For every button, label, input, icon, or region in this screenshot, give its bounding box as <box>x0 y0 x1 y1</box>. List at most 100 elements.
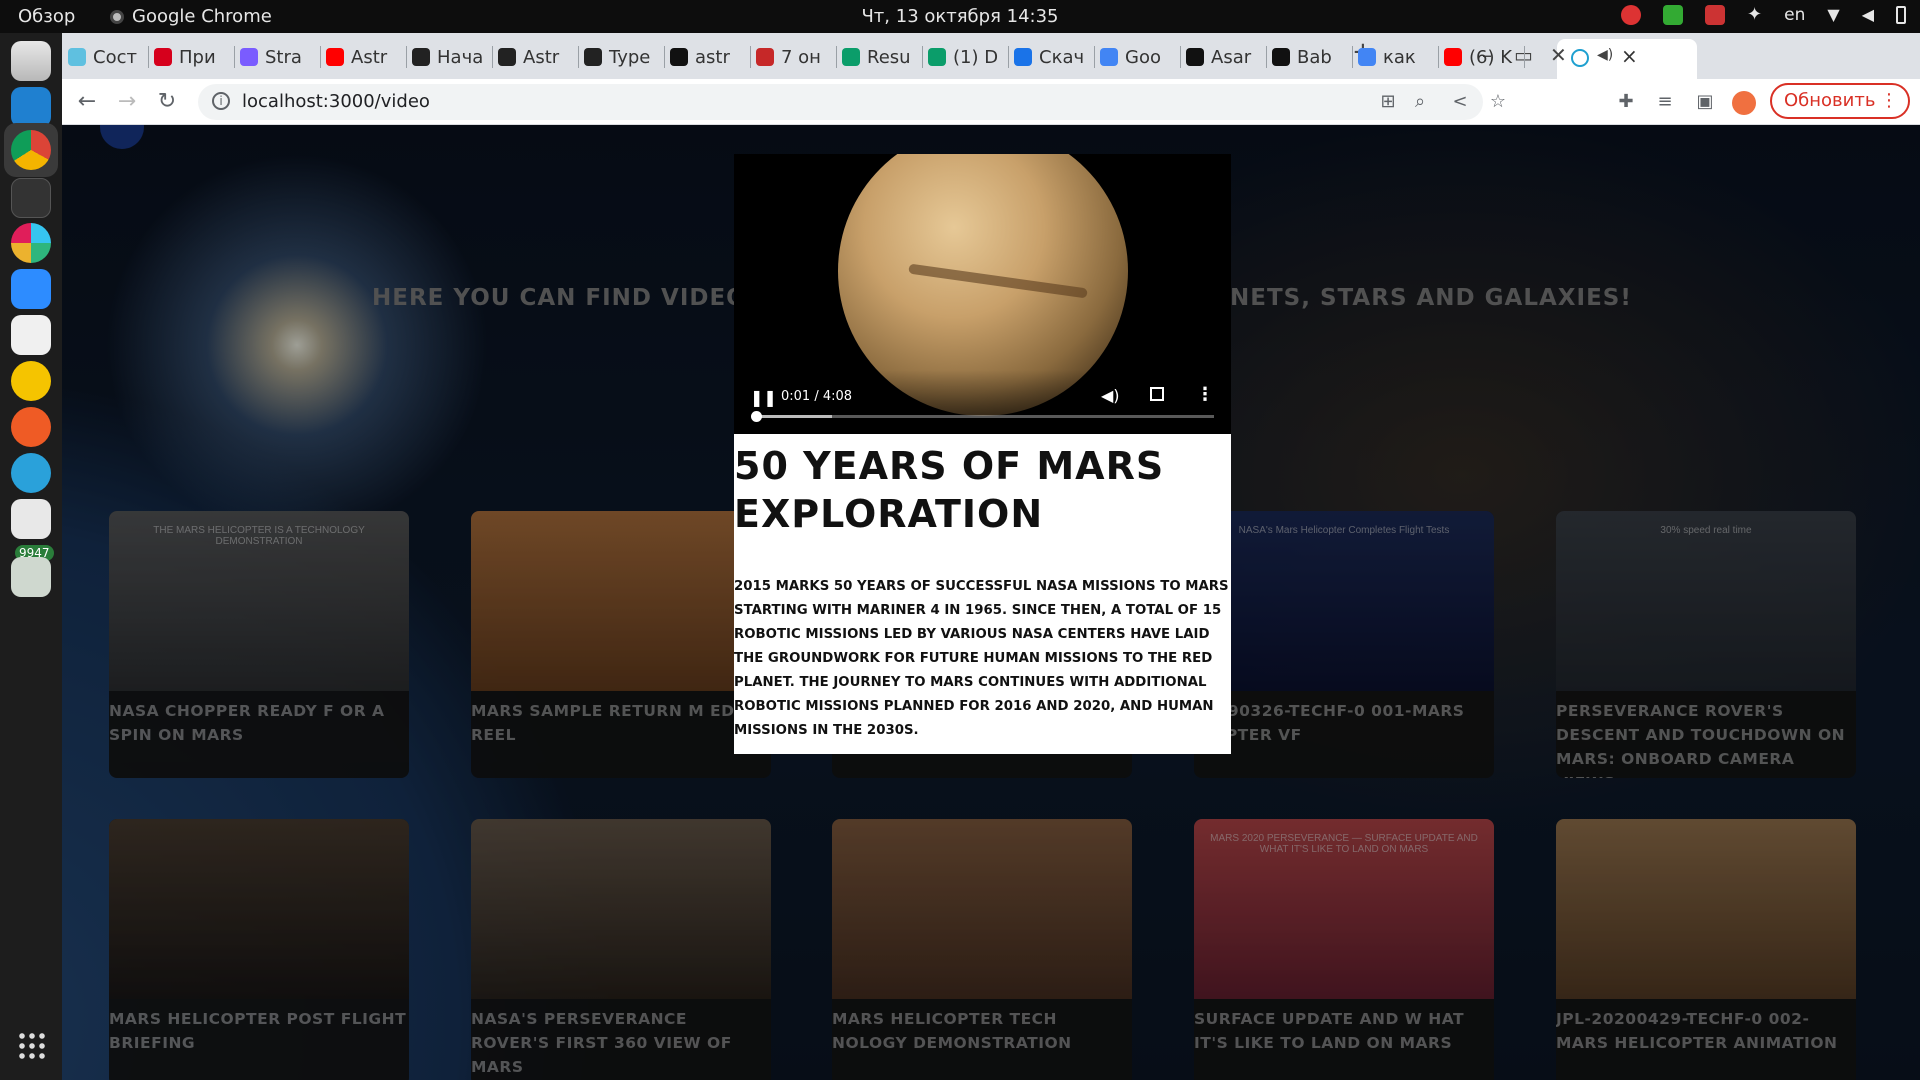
scrubber-handle[interactable] <box>750 411 762 422</box>
tray-app-icon[interactable] <box>1663 4 1684 25</box>
video-card[interactable]: JPL-20200429-TECHF-0 002-MARS HELICOPTER… <box>1556 819 1856 1080</box>
video-thumbnail[interactable]: MARS 2020 PERSEVERANCE — SURFACE UPDATE … <box>1194 819 1494 999</box>
audio-playing-icon[interactable]: ◀) <box>1597 47 1613 63</box>
chrome-icon[interactable] <box>11 130 51 170</box>
tab-separator <box>406 46 407 68</box>
reload-button[interactable]: ↻ <box>152 87 182 117</box>
tab-active[interactable]: ◀) × <box>1557 39 1697 79</box>
video-card-title[interactable]: MARS HELICOPTER POST FLIGHT BRIEFING <box>109 1003 409 1059</box>
site-info-icon[interactable]: i <box>212 92 230 110</box>
browser-tab[interactable]: Asar <box>1186 42 1260 72</box>
tab-label: Astr <box>523 46 560 68</box>
video-card-title[interactable]: PERSEVERANCE ROVER'S DESCENT AND TOUCHDO… <box>1556 695 1856 778</box>
postman-icon[interactable] <box>11 407 51 447</box>
zoom-icon[interactable]: ⌕ <box>1410 92 1430 112</box>
zoom-icon[interactable] <box>11 269 51 309</box>
browser-tab[interactable]: При <box>154 42 228 72</box>
update-button[interactable]: Обновить ⋮ <box>1770 83 1910 119</box>
terminal-icon[interactable] <box>11 178 51 218</box>
tab-favicon-icon <box>240 48 258 66</box>
translate-icon[interactable]: ⊞ <box>1378 92 1398 112</box>
address-bar[interactable]: i localhost:3000/video ⊞ ⌕ < ☆ <box>198 84 1506 120</box>
url-text[interactable]: localhost:3000/video <box>242 91 430 112</box>
video-card-title[interactable]: MARS SAMPLE RETURN M EDIA REEL <box>471 695 771 751</box>
vscode-icon[interactable] <box>11 87 51 127</box>
system-tray[interactable]: ✦ en ▼ ◀ <box>1621 4 1906 25</box>
video-thumbnail[interactable] <box>1556 819 1856 999</box>
telegram-icon[interactable] <box>11 453 51 493</box>
browser-tab[interactable]: Goo <box>1100 42 1174 72</box>
app-icon[interactable] <box>11 499 51 539</box>
browser-tab[interactable]: Нача <box>412 42 486 72</box>
tray-app-icon[interactable] <box>1621 4 1642 25</box>
video-thumbnail[interactable]: THE MARS HELICOPTER IS A TECHNOLOGY DEMO… <box>109 511 409 691</box>
video-card-title[interactable]: JPL-20200429-TECHF-0 002-MARS HELICOPTER… <box>1556 1003 1856 1059</box>
browser-tab[interactable]: Astr <box>326 42 400 72</box>
bookmark-star-icon[interactable]: ☆ <box>1488 92 1508 112</box>
video-player[interactable]: ❚❚ 0:01 / 4:08 ◀) ⋮ <box>734 154 1231 434</box>
text-editor-icon[interactable] <box>11 315 51 355</box>
video-card[interactable]: NASA'S PERSEVERANCE ROVER'S FIRST 360 VI… <box>471 819 771 1080</box>
video-card-title[interactable]: SURFACE UPDATE AND W HAT IT'S LIKE TO LA… <box>1194 1003 1494 1059</box>
show-apps-icon[interactable] <box>17 1031 45 1059</box>
files-icon[interactable] <box>11 41 51 81</box>
profile-avatar[interactable] <box>1732 91 1756 115</box>
browser-tab[interactable]: Сост <box>68 42 142 72</box>
video-card-title[interactable]: NASA'S PERSEVERANCE ROVER'S FIRST 360 VI… <box>471 1003 771 1080</box>
close-tab-icon[interactable]: × <box>1621 44 1638 68</box>
accessibility-icon[interactable]: ✦ <box>1747 4 1762 25</box>
video-card-title[interactable]: MARS HELICOPTER TECH NOLOGY DEMONSTRATIO… <box>832 1003 1132 1059</box>
browser-tab[interactable]: astr <box>670 42 744 72</box>
chrome-menu-icon[interactable]: ⋮ <box>1880 85 1898 117</box>
browser-tab[interactable]: (6) K <box>1444 42 1518 72</box>
video-thumbnail[interactable] <box>471 511 771 691</box>
video-card[interactable]: MARS SAMPLE RETURN M EDIA REEL <box>471 511 771 778</box>
trash-icon[interactable] <box>11 557 51 597</box>
browser-tab[interactable]: Type <box>584 42 658 72</box>
video-card[interactable]: 30% speed real time PERSEVERANCE ROVER'S … <box>1556 511 1856 778</box>
browser-tab[interactable]: Bab <box>1272 42 1346 72</box>
browser-tab[interactable]: Astr <box>498 42 572 72</box>
battery-icon[interactable] <box>1896 5 1906 24</box>
more-options-icon[interactable]: ⋮ <box>1196 384 1214 405</box>
browser-tab[interactable]: Скач <box>1014 42 1088 72</box>
extensions-icon[interactable]: ✚ <box>1615 91 1637 113</box>
reading-list-icon[interactable]: ≡ <box>1654 91 1676 113</box>
video-thumbnail[interactable] <box>109 819 409 999</box>
browser-tab[interactable]: Stra <box>240 42 314 72</box>
site-logo[interactable] <box>100 125 144 149</box>
video-thumbnail[interactable]: NASA's Mars Helicopter Completes Flight … <box>1194 511 1494 691</box>
tab-label: Astr <box>351 46 388 68</box>
browser-tab[interactable]: как <box>1358 42 1432 72</box>
video-progress-bar[interactable] <box>750 411 1214 422</box>
browser-tab[interactable]: Resu <box>842 42 916 72</box>
video-card-title[interactable]: 20190326-TECHF-0 001-MARS ICOPTER VF <box>1194 695 1494 751</box>
video-card[interactable]: THE MARS HELICOPTER IS A TECHNOLOGY DEMO… <box>109 511 409 778</box>
video-thumbnail[interactable] <box>471 819 771 999</box>
video-card[interactable]: MARS HELICOPTER POST FLIGHT BRIEFING <box>109 819 409 1080</box>
wifi-icon[interactable]: ▼ <box>1827 5 1839 24</box>
close-window-button[interactable]: ✕ <box>1550 43 1567 67</box>
browser-tab[interactable]: (1) D <box>928 42 1002 72</box>
dock: 9947 <box>0 33 62 1080</box>
video-card[interactable]: MARS 2020 PERSEVERANCE — SURFACE UPDATE … <box>1194 819 1494 1080</box>
video-card[interactable]: NASA's Mars Helicopter Completes Flight … <box>1194 511 1494 778</box>
volume-icon[interactable]: ◀) <box>1101 386 1120 405</box>
video-card-title[interactable]: NASA CHOPPER READY F OR A SPIN ON MARS <box>109 695 409 751</box>
tab-separator <box>1524 46 1525 68</box>
forward-button[interactable]: → <box>112 87 142 117</box>
pause-icon[interactable]: ❚❚ <box>750 388 777 407</box>
video-thumbnail[interactable]: 30% speed real time <box>1556 511 1856 691</box>
slack-icon[interactable] <box>11 223 51 263</box>
browser-tab[interactable]: 7 он <box>756 42 830 72</box>
volume-icon[interactable]: ◀ <box>1862 5 1874 24</box>
share-icon[interactable]: < <box>1450 92 1470 112</box>
fullscreen-icon[interactable] <box>1150 387 1164 401</box>
back-button[interactable]: ← <box>72 87 102 117</box>
side-panel-icon[interactable]: ▣ <box>1694 91 1716 113</box>
video-card[interactable]: MARS HELICOPTER TECH NOLOGY DEMONSTRATIO… <box>832 819 1132 1080</box>
bitrix-icon[interactable] <box>11 361 51 401</box>
keyboard-layout[interactable]: en <box>1784 5 1805 25</box>
tray-app-icon[interactable] <box>1705 4 1726 25</box>
video-thumbnail[interactable] <box>832 819 1132 999</box>
